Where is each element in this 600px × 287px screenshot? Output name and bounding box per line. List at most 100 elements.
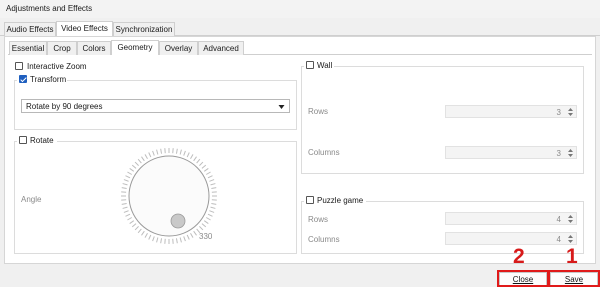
dial-tick — [175, 148, 178, 154]
dial-tick — [199, 226, 204, 231]
dial-tick — [141, 230, 145, 236]
dial-tick — [203, 168, 209, 172]
dial-tick — [144, 232, 148, 238]
dial-tick — [190, 154, 194, 160]
wall-label: Wall — [317, 61, 333, 70]
spin-arrows-icon[interactable] — [567, 214, 574, 224]
dial-tick — [193, 230, 197, 236]
dial-tick — [207, 213, 213, 217]
dial-tick — [121, 202, 127, 205]
dial-tick — [211, 187, 217, 190]
wall-columns-spinbox[interactable]: 3 — [445, 146, 577, 159]
angle-value: 330 — [199, 232, 213, 241]
dial-tick — [203, 220, 209, 224]
puzzle-checkbox[interactable] — [306, 196, 314, 204]
angle-dial[interactable] — [119, 146, 219, 246]
dial-tick — [210, 183, 216, 186]
dial-tick — [156, 149, 159, 155]
dial-tick — [152, 150, 155, 156]
dial-tick — [122, 206, 128, 209]
transform-select[interactable]: Rotate by 90 degrees — [21, 99, 290, 113]
dial-tick — [179, 237, 182, 243]
dial-tick — [148, 152, 152, 158]
puzzle-rows-value: 4 — [556, 215, 561, 224]
dial-tick — [141, 156, 145, 162]
tab-video-effects[interactable]: Video Effects — [56, 21, 113, 36]
wall-columns-value: 3 — [556, 149, 561, 158]
dial-tick — [121, 187, 127, 190]
dial-tick — [160, 148, 163, 154]
dial-tick — [125, 213, 131, 217]
dial-tick — [127, 171, 133, 175]
dial-tick — [131, 164, 137, 169]
dial-tick — [205, 217, 211, 221]
tab-crop[interactable]: Crop — [47, 41, 77, 55]
dial-tick — [134, 161, 139, 166]
window-title: Adjustments and Effects — [6, 4, 93, 13]
dial-tick — [156, 237, 159, 243]
dial-tick — [125, 175, 131, 179]
dial-tick — [175, 238, 178, 244]
dial-tick — [199, 161, 204, 166]
spin-arrows-icon[interactable] — [567, 234, 574, 244]
wall-rows-spinbox[interactable]: 3 — [445, 105, 577, 118]
dial-tick — [129, 220, 135, 224]
dial-tick — [123, 179, 129, 182]
dial-tick — [122, 183, 128, 186]
dial-tick — [148, 234, 152, 240]
dial-tick — [137, 158, 142, 164]
dial-tick — [129, 168, 135, 172]
dial-tick — [183, 236, 186, 242]
dial-tick — [160, 238, 163, 244]
tab-audio-effects[interactable]: Audio Effects — [4, 22, 56, 36]
tab-overlay[interactable]: Overlay — [159, 41, 198, 55]
tab-colors[interactable]: Colors — [77, 41, 111, 55]
dial-tick — [134, 226, 139, 231]
rotate-checkbox[interactable] — [19, 136, 27, 144]
interactive-zoom-checkbox[interactable] — [15, 62, 23, 70]
wall-checkbox[interactable] — [306, 61, 314, 69]
puzzle-columns-label: Columns — [308, 235, 340, 244]
dial-tick — [201, 164, 207, 169]
dial-tick — [190, 232, 194, 238]
transform-select-value: Rotate by 90 degrees — [26, 102, 103, 111]
dial-tick — [205, 171, 211, 175]
dial-tick — [131, 223, 137, 228]
dial-tick — [196, 158, 201, 164]
transform-checkbox[interactable] — [19, 75, 27, 83]
dial-tick — [186, 234, 190, 240]
close-highlight-box — [497, 270, 549, 287]
spin-arrows-icon[interactable] — [567, 148, 574, 158]
dial-tick — [186, 152, 190, 158]
dial-tick — [193, 156, 197, 162]
transform-label: Transform — [30, 75, 67, 84]
angle-label: Angle — [21, 195, 42, 204]
dial-tick — [123, 210, 129, 213]
interactive-zoom-label: Interactive Zoom — [27, 62, 87, 71]
puzzle-group — [301, 201, 584, 254]
callout-number-close: 2 — [513, 245, 525, 268]
dial-tick — [211, 202, 217, 205]
wall-rows-label: Rows — [308, 107, 329, 116]
dial-tick — [137, 228, 142, 234]
dial-tick — [183, 150, 186, 156]
dial-tick — [144, 154, 148, 160]
tab-geometry[interactable]: Geometry — [111, 40, 159, 55]
dial-tick — [209, 210, 215, 213]
tab-synchronization[interactable]: Synchronization — [113, 22, 175, 36]
dial-tick — [152, 236, 155, 242]
save-highlight-box — [548, 270, 600, 287]
chevron-down-icon — [278, 103, 285, 112]
puzzle-rows-spinbox[interactable]: 4 — [445, 212, 577, 225]
dial-tick — [209, 179, 215, 182]
wall-rows-value: 3 — [556, 108, 561, 117]
puzzle-columns-spinbox[interactable]: 4 — [445, 232, 577, 245]
tab-advanced[interactable]: Advanced — [198, 41, 244, 55]
puzzle-rows-label: Rows — [308, 215, 329, 224]
spin-arrows-icon[interactable] — [567, 107, 574, 117]
rotate-label: Rotate — [30, 136, 54, 145]
tab-essential[interactable]: Essential — [9, 41, 47, 55]
puzzle-label: Puzzle game — [317, 196, 364, 205]
dial-tick — [207, 175, 213, 179]
dial-tick — [127, 217, 133, 221]
